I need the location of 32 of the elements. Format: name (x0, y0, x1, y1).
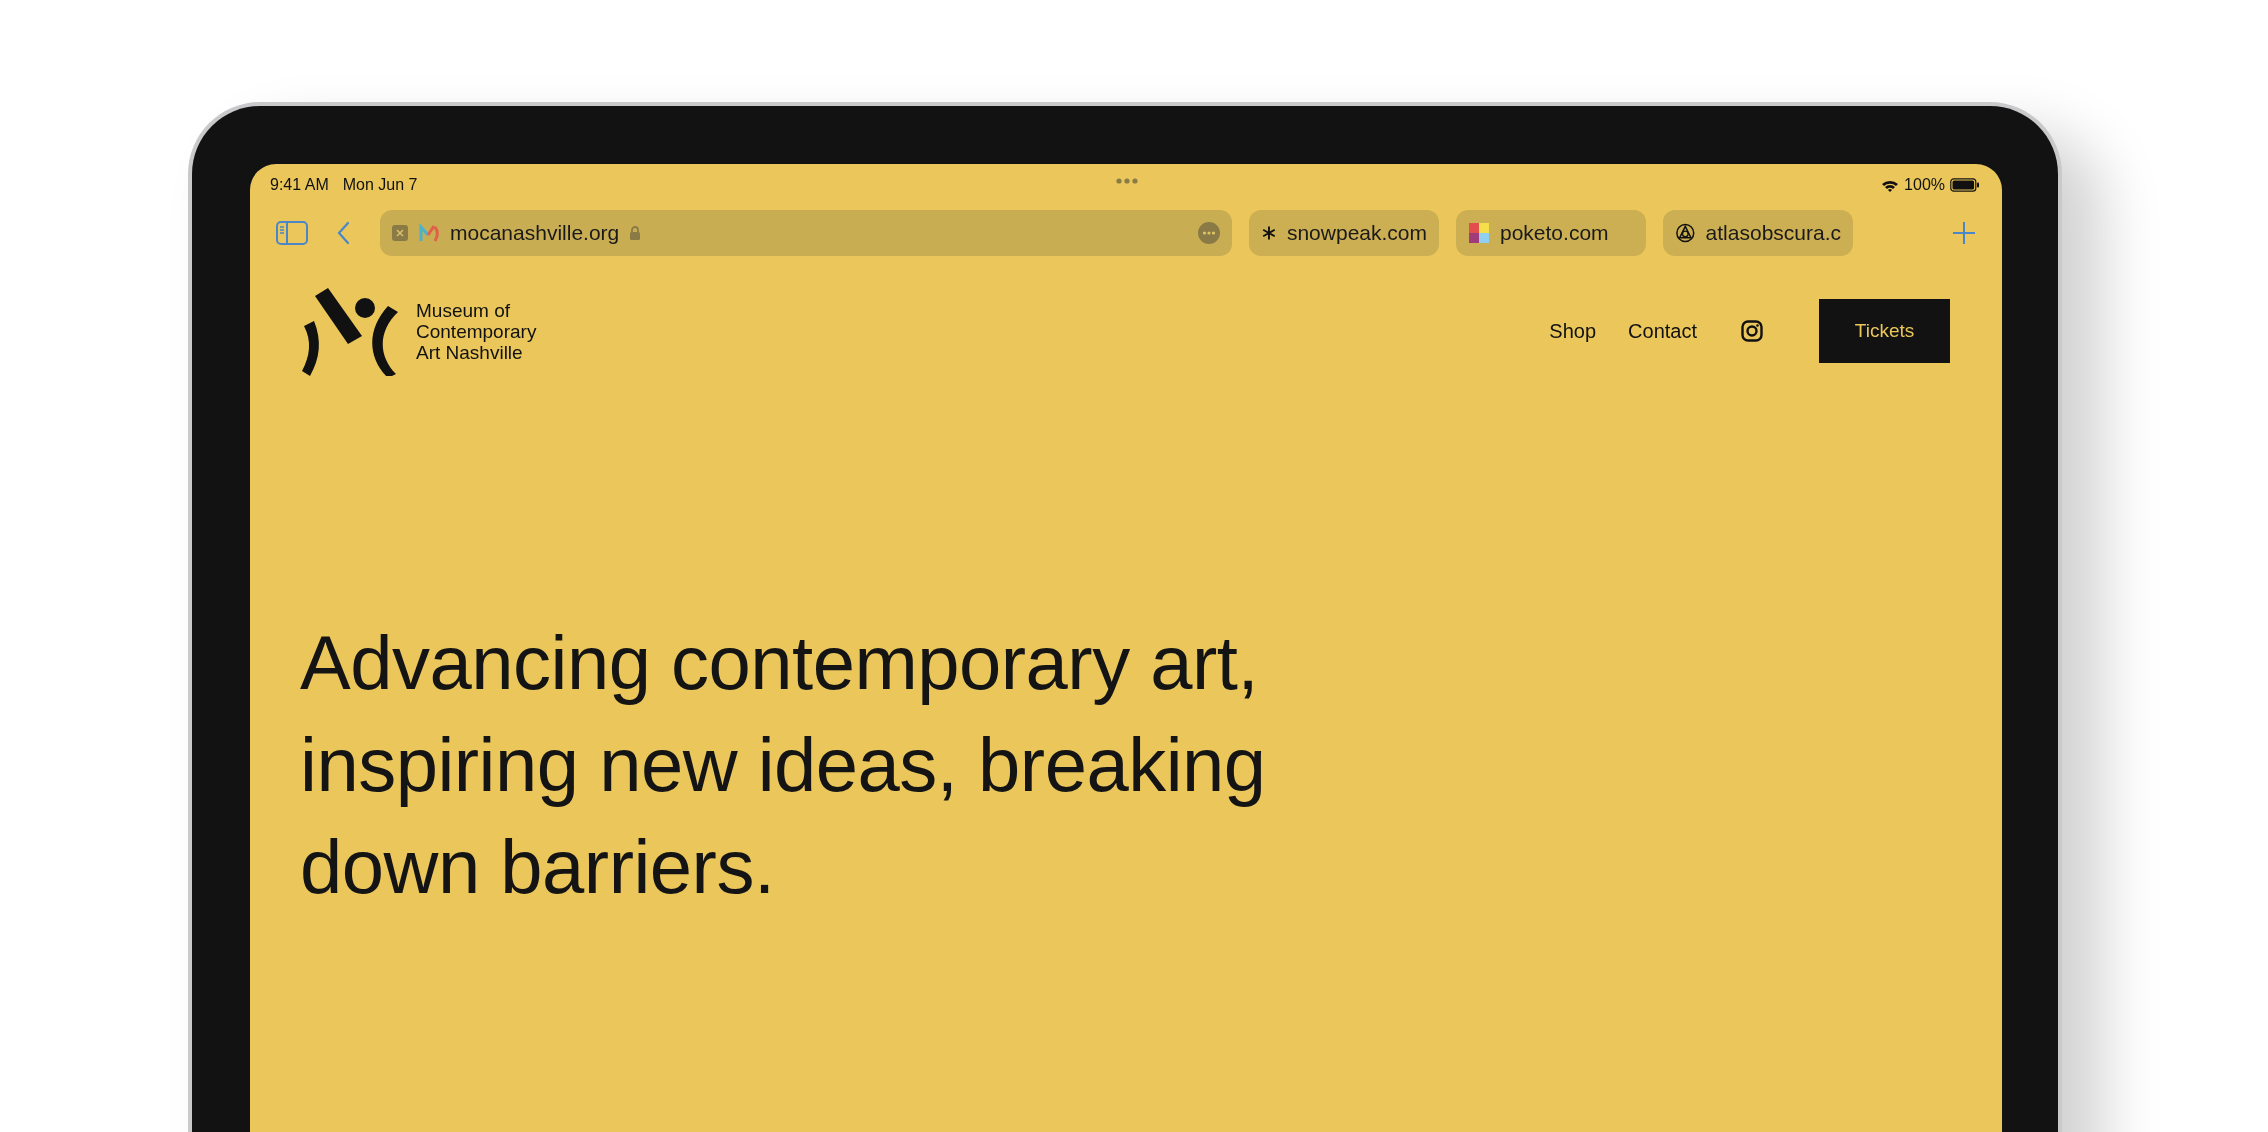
close-icon[interactable] (392, 225, 408, 241)
hero-headline: Advancing contemporary art, inspiring new ideas, breaking down barriers. (300, 619, 1267, 911)
more-dots-icon (1116, 178, 1138, 184)
nav-link[interactable]: Contact (1628, 319, 1697, 343)
sidebar-icon[interactable] (276, 221, 308, 245)
browser-tab[interactable]: poketo.com (1456, 210, 1646, 256)
new-tab-icon[interactable] (1952, 221, 1976, 245)
wifi-icon (1881, 178, 1900, 192)
browser-tab[interactable]: mocanashville.org (380, 210, 1232, 256)
instagram-icon[interactable] (1741, 320, 1763, 342)
status-time: 9:41 AM (270, 176, 329, 194)
lock-icon (629, 225, 642, 241)
nav-link[interactable]: Shop (1549, 319, 1597, 343)
tab-title: mocanashville.org (450, 221, 620, 245)
tab-title: atlasobscura.c (1705, 221, 1841, 245)
museum-name-line: Museum of (416, 299, 511, 321)
back-icon[interactable] (336, 221, 350, 245)
tickets-button[interactable]: Tickets (1819, 299, 1950, 363)
battery-percent: 100% (1904, 176, 1945, 194)
museum-name-line: Contemporary (416, 320, 537, 342)
museum-name-line: Art Nashville (416, 341, 523, 363)
favicon-icon (418, 222, 440, 244)
museum-logo-icon (300, 286, 400, 376)
battery-icon (1950, 178, 1980, 192)
status-date: Mon Jun 7 (342, 176, 418, 194)
tab-title: poketo.com (1500, 221, 1609, 245)
color-squares-icon (1468, 222, 1490, 244)
compass-icon (1675, 222, 1696, 244)
tab-title: snowpeak.com (1286, 221, 1427, 245)
more-icon[interactable] (1198, 222, 1220, 244)
browser-tab[interactable]: snowpeak.com (1249, 210, 1439, 256)
browser-tab[interactable]: atlasobscura.c (1663, 210, 1853, 256)
